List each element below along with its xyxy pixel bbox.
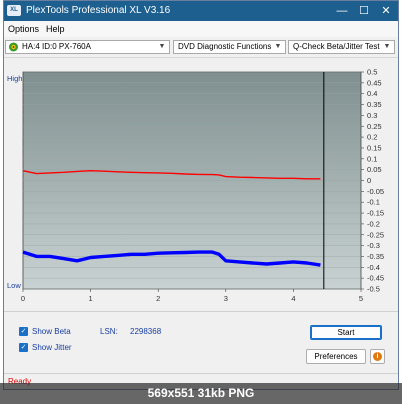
x-tick-label: 3: [224, 294, 228, 303]
y-tick-label: -0.25: [367, 230, 384, 239]
test-select-value: Q-Check Beta/Jitter Test: [293, 42, 380, 51]
image-caption: 569x551 31kb PNG: [0, 383, 402, 404]
maximize-button[interactable]: ☐: [353, 1, 375, 21]
y-tick-label: -0.35: [367, 252, 384, 261]
y-tick-label: -0.5: [367, 285, 380, 294]
y-tick-label: 0.45: [367, 78, 382, 87]
gridlines: [23, 71, 361, 290]
drive-icon: [9, 42, 18, 52]
y-tick-label: -0.15: [367, 209, 384, 218]
y-tick-label: -0.2: [367, 219, 380, 228]
y-tick-label: 0.5: [367, 68, 377, 77]
chevron-down-icon: ▼: [383, 43, 391, 50]
left-axis-label-high: High: [7, 74, 22, 83]
y-tick-label: 0: [367, 176, 371, 185]
show-jitter-label: Show Jitter: [32, 343, 72, 352]
drive-select[interactable]: HA:4 ID:0 PX-760A ▼: [5, 40, 170, 54]
y-tick-label: -0.1: [367, 198, 380, 207]
y-tick-label: 0.25: [367, 122, 382, 131]
toolbar: HA:4 ID:0 PX-760A ▼ DVD Diagnostic Funct…: [4, 37, 398, 58]
beta-jitter-chart: High Low 0.50.450.40.350.30.250.20.150.1…: [7, 68, 384, 304]
chevron-down-icon: ▼: [158, 43, 166, 50]
show-jitter-checkbox[interactable]: ✓: [19, 343, 28, 352]
lsn-label: LSN:: [100, 327, 118, 336]
app-icon: XL: [7, 5, 21, 16]
menu-help[interactable]: Help: [46, 24, 65, 34]
preferences-button[interactable]: Preferences: [306, 349, 366, 364]
title-bar: XL PlexTools Professional XL V3.16 — ☐ ✕: [4, 1, 398, 21]
y-tick-label: 0.1: [367, 154, 377, 163]
menu-bar: Options Help: [4, 21, 398, 37]
x-tick-label: 5: [359, 294, 363, 303]
y-tick-label: -0.3: [367, 241, 380, 250]
function-select[interactable]: DVD Diagnostic Functions ▼: [173, 40, 286, 54]
window-title: PlexTools Professional XL V3.16: [26, 5, 171, 16]
test-select[interactable]: Q-Check Beta/Jitter Test ▼: [288, 40, 395, 54]
lsn-value: 2298368: [130, 327, 162, 336]
start-button[interactable]: Start: [310, 325, 382, 340]
y-tick-label: 0.3: [367, 111, 377, 120]
y-tick-label: -0.05: [367, 187, 384, 196]
y-tick-label: -0.4: [367, 263, 380, 272]
caption-text: 569x551 31kb PNG: [147, 386, 255, 400]
info-button[interactable]: i: [370, 349, 385, 364]
y-tick-label: 0.35: [367, 100, 382, 109]
info-icon: i: [373, 352, 382, 361]
show-beta-checkbox[interactable]: ✓: [19, 327, 28, 336]
y-tick-label: -0.45: [367, 274, 384, 283]
y-tick-label: 0.05: [367, 165, 382, 174]
x-axis-ticks: 0 1 2 3 4 5: [21, 289, 363, 303]
function-select-value: DVD Diagnostic Functions: [178, 42, 272, 51]
drive-select-value: HA:4 ID:0 PX-760A: [22, 42, 91, 51]
y-tick-label: 0.2: [367, 133, 377, 142]
minimize-button[interactable]: —: [331, 1, 353, 21]
menu-options[interactable]: Options: [8, 24, 39, 34]
left-axis-label-low: Low: [7, 281, 21, 290]
x-tick-label: 4: [291, 294, 295, 303]
y-axis-ticks: 0.50.45 0.4 0.35 0.3 0.25 0.20.15 0.1 0.05 0 -0.0…: [361, 68, 384, 294]
chevron-down-icon: ▼: [274, 43, 282, 50]
x-tick-label: 0: [21, 294, 25, 303]
x-tick-label: 1: [89, 294, 93, 303]
chart-area: High Low 0.5 0.45 0.4 0.35 0.3 0.25 0.2 0.15 0.1…: [4, 58, 398, 310]
x-tick-label: 2: [156, 294, 160, 303]
app-window: XL PlexTools Professional XL V3.16 — ☐ ✕…: [3, 0, 399, 390]
y-tick-label: 0.4: [367, 89, 377, 98]
show-beta-label: Show Beta: [32, 327, 71, 336]
close-button[interactable]: ✕: [375, 1, 397, 21]
y-tick-label: 0.15: [367, 143, 382, 152]
options-panel: ✓ Show Beta ✓ Show Jitter LSN: 2298368 S…: [4, 311, 398, 374]
